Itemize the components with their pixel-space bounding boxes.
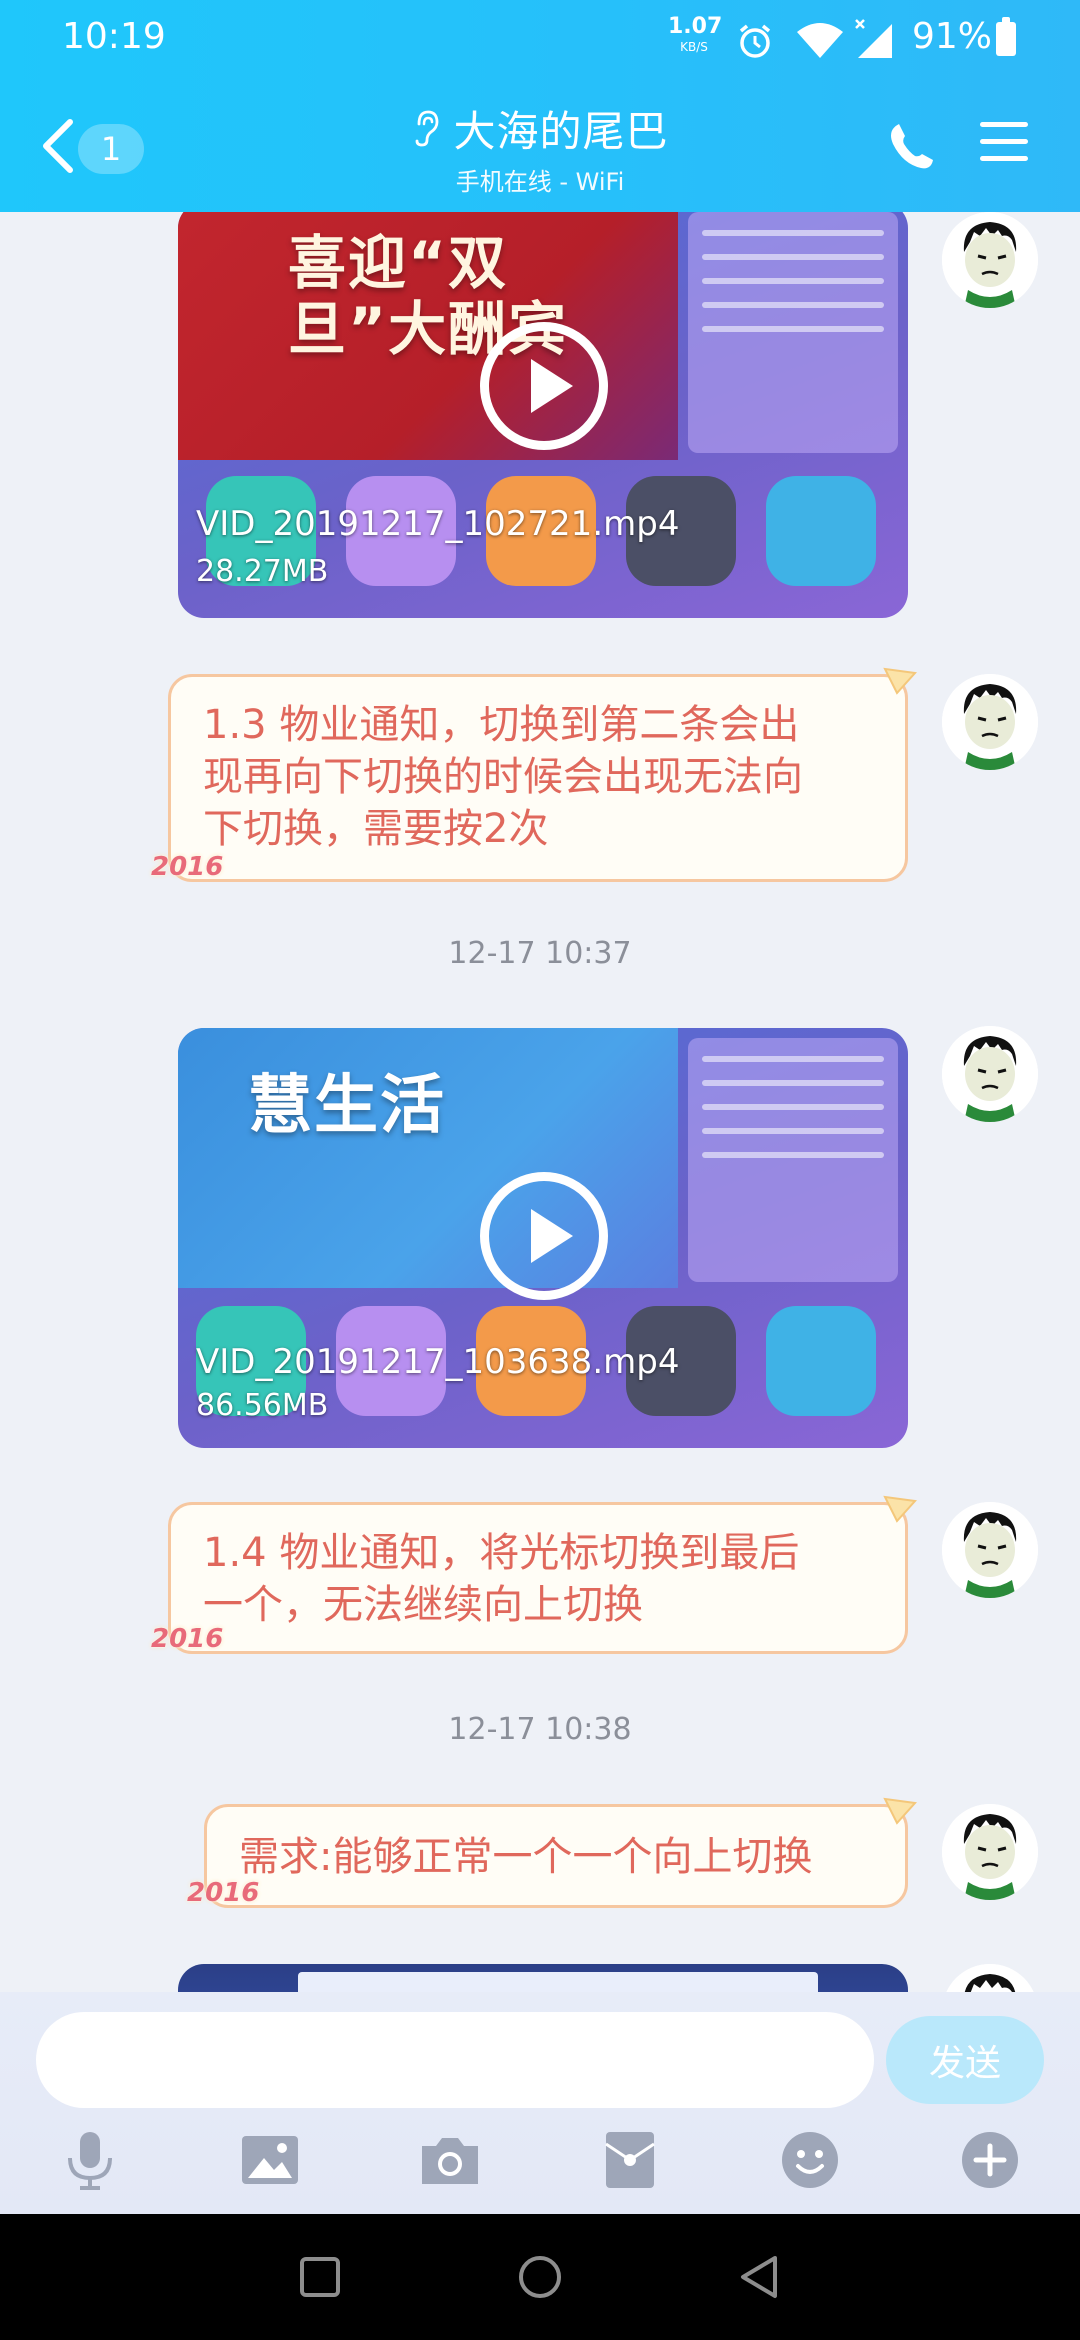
play-icon[interactable] (480, 322, 608, 450)
message-line: 一个，无法继续向上切换 (203, 1582, 643, 1628)
signal-icon (855, 19, 892, 58)
hearing-icon (416, 110, 439, 147)
video-poster-text: 喜迎“双旦”大酬宾 (288, 229, 569, 363)
message-timestamp: 12-17 10:37 (448, 936, 632, 971)
contact-name: 大海的尾巴 (453, 106, 669, 156)
video-filename: VID_20191217_103638.mp4 (196, 1342, 680, 1382)
camera-icon[interactable] (414, 2124, 486, 2196)
bubble-flag-icon (883, 667, 917, 695)
phone-call-icon[interactable] (885, 120, 937, 172)
chat-title-area[interactable]: 大海的尾巴 手机在线 - WiFi (370, 102, 710, 197)
emoji-icon[interactable] (774, 2124, 846, 2196)
message-line: 1.3 物业通知，切换到第二条会出 (203, 702, 800, 748)
plus-icon[interactable] (954, 2124, 1026, 2196)
top-bar: 10:19 1.07 KB/S 91% 1 大海的尾巴 手机在线 - WiFi (0, 0, 1080, 212)
video-filesize: 28.27MB (196, 554, 329, 589)
back-button[interactable] (735, 2252, 785, 2302)
video-poster-text: 慧生活 (248, 1069, 446, 1143)
bubble-2016-decoration: 2016 (151, 1624, 224, 1654)
message-line: 1.4 物业通知，将光标切换到最后 (203, 1530, 800, 1576)
unread-badge[interactable]: 1 (78, 124, 144, 174)
battery-icon (996, 17, 1016, 56)
recents-button[interactable] (295, 2252, 345, 2302)
avatar[interactable] (942, 1804, 1038, 1900)
video-message[interactable]: 喜迎“双旦”大酬宾 VID_20191217_102721.mp4 28.27M… (178, 212, 908, 618)
video-message-partial[interactable] (178, 1964, 908, 1992)
avatar-face-icon (942, 1964, 1038, 1992)
video-side-panel (688, 1038, 898, 1282)
menu-icon[interactable] (980, 122, 1028, 166)
message-input[interactable] (36, 2012, 874, 2108)
network-speed-value: 1.07 (668, 14, 723, 39)
avatar-face-icon (942, 1026, 1038, 1122)
message-line: 需求:能够正常一个一个向上切换 (239, 1834, 813, 1880)
video-filename: VID_20191217_102721.mp4 (196, 504, 680, 544)
message-bubble[interactable]: 1.3 物业通知，切换到第二条会出 现再向下切换的时候会出现无法向 下切换，需要… (151, 667, 917, 882)
avatar[interactable] (942, 1026, 1038, 1122)
red-packet-icon[interactable] (594, 2124, 666, 2196)
image-icon[interactable] (234, 2124, 306, 2196)
bubble-flag-icon (883, 1495, 917, 1523)
message-bubble[interactable]: 1.4 物业通知，将光标切换到最后 一个，无法继续向上切换 2016 (151, 1495, 917, 1654)
avatar[interactable] (942, 674, 1038, 770)
microphone-icon[interactable] (54, 2124, 126, 2196)
online-status: 手机在线 - WiFi (455, 168, 625, 196)
avatar-face-icon (942, 1502, 1038, 1598)
bubble-2016-decoration: 2016 (187, 1878, 260, 1908)
video-side-panel (688, 212, 898, 454)
message-line: 现再向下切换的时候会出现无法向 (203, 754, 803, 800)
video-message[interactable]: 慧生活 VID_20191217_103638.mp4 86.56MB (178, 1028, 908, 1448)
network-speed-unit: KB/S (680, 40, 708, 54)
system-nav-bar (0, 2214, 1080, 2340)
video-thumbnail (298, 1972, 818, 1992)
home-button[interactable] (515, 2252, 565, 2302)
status-bar: 10:19 1.07 KB/S 91% (0, 0, 1080, 80)
message-bubble[interactable]: 需求:能够正常一个一个向上切换 2016 (187, 1797, 917, 1908)
status-time: 10:19 (62, 16, 166, 57)
bubble-2016-decoration: 2016 (151, 852, 224, 882)
input-bar: 发送 (0, 1992, 1080, 2214)
avatar[interactable] (942, 1964, 1038, 1992)
avatar-face-icon (942, 1804, 1038, 1900)
battery-percent: 91% (912, 16, 993, 57)
network-speed: 1.07 KB/S (668, 14, 723, 54)
wifi-icon (797, 23, 843, 58)
video-filesize: 86.56MB (196, 1388, 329, 1423)
chat-header: 1 大海的尾巴 手机在线 - WiFi (0, 80, 1080, 212)
alarm-icon (739, 24, 771, 58)
chat-messages[interactable]: 喜迎“双旦”大酬宾 VID_20191217_102721.mp4 28.27M… (0, 212, 1080, 1992)
avatar[interactable] (942, 212, 1038, 308)
avatar[interactable] (942, 1502, 1038, 1598)
message-timestamp: 12-17 10:38 (448, 1712, 632, 1747)
message-line: 下切换，需要按2次 (203, 806, 549, 852)
bubble-flag-icon (883, 1797, 917, 1825)
avatar-face-icon (942, 212, 1038, 308)
play-icon[interactable] (480, 1172, 608, 1300)
back-arrow-icon[interactable] (36, 116, 80, 176)
send-button[interactable]: 发送 (886, 2016, 1044, 2104)
avatar-face-icon (942, 674, 1038, 770)
